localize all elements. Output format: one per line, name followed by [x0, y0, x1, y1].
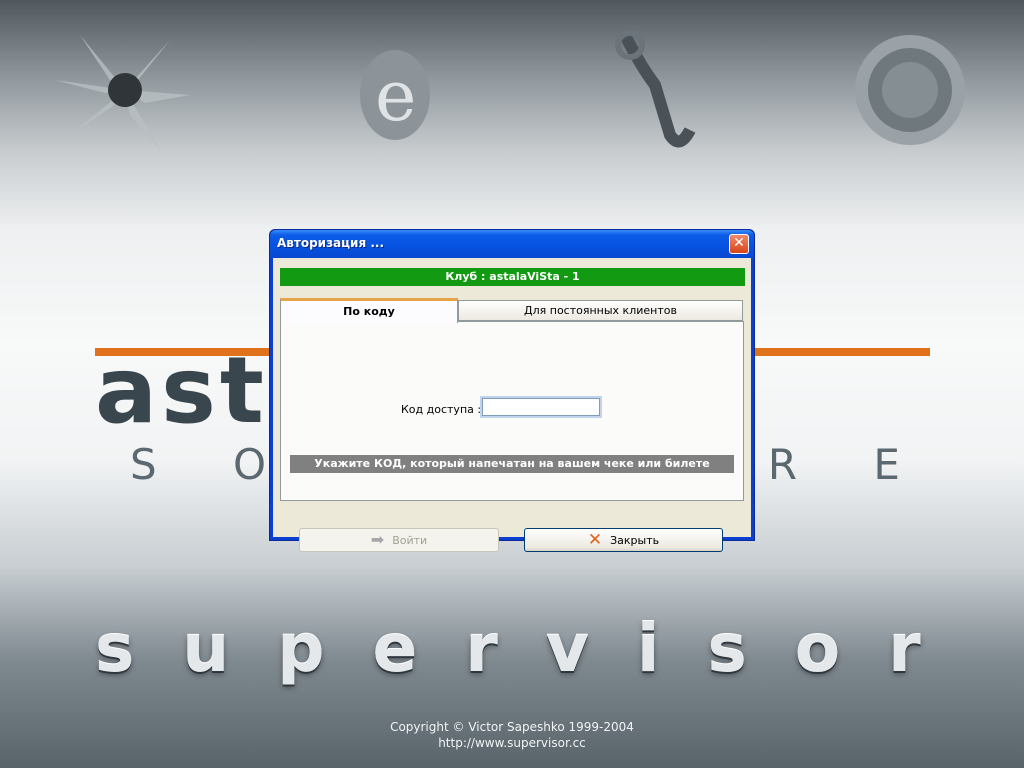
- dialog-titlebar[interactable]: Авторизация ... ✕: [270, 230, 754, 258]
- club-banner: Клуб : astalaViSta - 1: [280, 268, 745, 286]
- close-button[interactable]: ✕ Закрыть: [524, 528, 723, 552]
- close-x-icon: ✕: [587, 530, 603, 550]
- brand-sub-letter: E: [873, 440, 900, 489]
- close-button-label: Закрыть: [610, 533, 660, 547]
- tab-by-code[interactable]: По коду: [280, 298, 458, 323]
- tab-panel-by-code: Код доступа : Укажите КОД, который напеч…: [280, 321, 744, 501]
- brand-sub-letter: O: [233, 440, 267, 489]
- login-button[interactable]: ➡ Войти: [299, 528, 499, 552]
- product-name: supervisor: [95, 610, 969, 687]
- access-code-input[interactable]: [480, 396, 602, 418]
- svg-text:e: e: [375, 55, 416, 137]
- arrow-right-icon: ➡: [370, 530, 385, 549]
- dialog-client-area: Клуб : astalaViSta - 1 По коду Для посто…: [273, 258, 751, 552]
- copyright-text: Copyright © Victor Sapeshko 1999-2004: [390, 720, 634, 734]
- brand-sub-letter: R: [767, 440, 798, 489]
- auth-dialog: Авторизация ... ✕ Клуб : astalaViSta - 1…: [269, 229, 755, 552]
- disc-icon: [855, 35, 965, 145]
- auth-tabs: По коду Для постоянных клиентов: [280, 298, 744, 323]
- close-window-button[interactable]: ✕: [729, 234, 749, 254]
- wrench-icon: [615, 30, 696, 148]
- brand-sub-letter: S: [130, 440, 157, 489]
- access-code-label: Код доступа :: [401, 403, 482, 416]
- dialog-title: Авторизация ...: [277, 236, 385, 250]
- fan-logo-icon: [55, 35, 190, 150]
- login-button-label: Войти: [392, 533, 428, 547]
- instruction-hint: Укажите КОД, который напечатан на вашем …: [290, 455, 734, 473]
- tab-regular-clients[interactable]: Для постоянных клиентов: [458, 300, 743, 321]
- website-url: http://www.supervisor.cc: [438, 736, 586, 750]
- globe-e-icon: e: [360, 50, 430, 140]
